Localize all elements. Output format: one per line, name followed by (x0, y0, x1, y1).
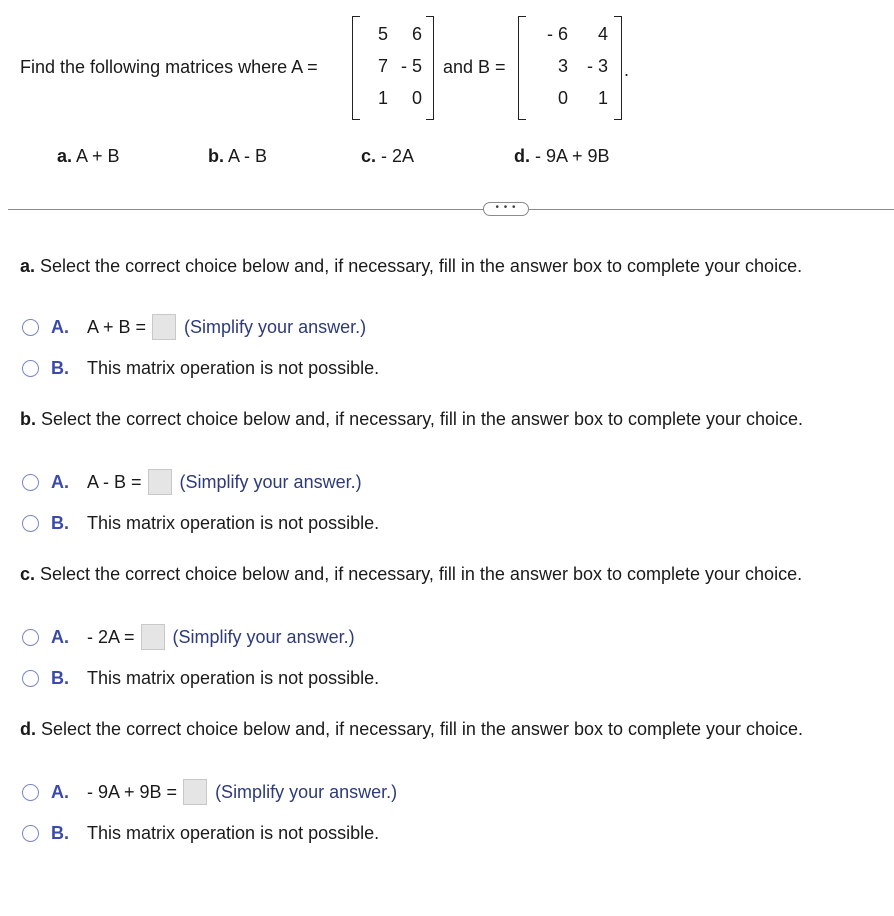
hint-text: (Simplify your answer.) (172, 626, 355, 647)
hint-text: (Simplify your answer.) (184, 316, 367, 337)
matrix-a: 5 6 7 - 5 1 0 (358, 18, 426, 114)
section-letter: a. (20, 256, 36, 276)
choice-letter: A. (51, 471, 69, 492)
matrix-b-cell: 4 (597, 24, 608, 44)
part-letter: c. (361, 146, 377, 166)
choice-expr: - 2A = (87, 626, 135, 647)
choice-expr: A - B = (87, 471, 142, 492)
section-b-choice-b[interactable]: B. This matrix operation is not possible… (22, 513, 379, 534)
section-d-prompt: d. Select the correct choice below and, … (20, 719, 803, 740)
answer-box[interactable] (152, 314, 177, 340)
section-letter: b. (20, 409, 36, 429)
matrix-b-cell: 0 (557, 88, 568, 108)
choice-letter: B. (51, 668, 69, 688)
section-b-choice-a[interactable]: A. A - B = (Simplify your answer.) (22, 469, 362, 495)
section-c-choice-a[interactable]: A. - 2A = (Simplify your answer.) (22, 624, 355, 650)
radio-button[interactable] (22, 473, 39, 491)
matrix-b: - 6 4 3 - 3 0 1 (538, 18, 612, 114)
choice-expr: A + B = (87, 316, 147, 337)
matrix-b-right-bracket (614, 16, 622, 120)
radio-button[interactable] (22, 628, 39, 646)
matrix-b-cell: 3 (557, 56, 568, 76)
choice-text: This matrix operation is not possible. (87, 513, 380, 533)
choice-expr: - 9A + 9B = (87, 781, 178, 802)
matrix-a-cell: - 5 (400, 56, 422, 76)
period: . (624, 60, 630, 80)
part-c: c. - 2A (361, 146, 414, 167)
radio-button[interactable] (22, 825, 39, 842)
part-letter: a. (57, 146, 73, 166)
section-c-choice-b[interactable]: B. This matrix operation is not possible… (22, 668, 379, 689)
choice-text: This matrix operation is not possible. (87, 668, 380, 688)
part-expr: - 2A (381, 146, 415, 166)
choice-letter: B. (51, 513, 69, 533)
answer-box[interactable] (140, 624, 165, 650)
radio-button[interactable] (22, 670, 39, 687)
radio-button[interactable] (22, 783, 39, 801)
prompt-text: Select the correct choice below and, if … (41, 719, 804, 739)
prompt-text: Select the correct choice below and, if … (41, 409, 804, 429)
matrix-a-cell: 1 (377, 88, 388, 108)
prompt-text: Select the correct choice below and, if … (40, 564, 803, 584)
hint-text: (Simplify your answer.) (215, 781, 398, 802)
matrix-b-cell: 1 (597, 88, 608, 108)
matrix-a-cell: 7 (377, 56, 388, 76)
choice-letter: A. (51, 316, 69, 337)
section-c-prompt: c. Select the correct choice below and, … (20, 564, 802, 585)
matrix-a-cell: 0 (411, 88, 422, 108)
part-letter: d. (514, 146, 530, 166)
section-d-choice-b[interactable]: B. This matrix operation is not possible… (22, 823, 379, 844)
answer-box[interactable] (147, 469, 172, 495)
part-expr: A + B (76, 146, 120, 166)
prompt-text: Select the correct choice below and, if … (40, 256, 803, 276)
choice-letter: A. (51, 626, 69, 647)
matrix-b-cell: - 3 (586, 56, 608, 76)
radio-button[interactable] (22, 360, 39, 377)
matrix-a-right-bracket (426, 16, 434, 120)
choice-letter: B. (51, 358, 69, 378)
answer-box[interactable] (183, 779, 208, 805)
choice-letter: B. (51, 823, 69, 843)
section-b-prompt: b. Select the correct choice below and, … (20, 409, 803, 430)
radio-button[interactable] (22, 318, 39, 336)
section-letter: c. (20, 564, 36, 584)
part-a: a. A + B (57, 146, 120, 167)
choice-text: This matrix operation is not possible. (87, 823, 380, 843)
more-options-button[interactable]: • • • (483, 202, 529, 216)
section-d-choice-a[interactable]: A. - 9A + 9B = (Simplify your answer.) (22, 779, 397, 805)
problem-intro: Find the following matrices where A = (20, 57, 318, 77)
part-d: d. - 9A + 9B (514, 146, 610, 167)
part-expr: - 9A + 9B (535, 146, 610, 166)
section-a-choice-a[interactable]: A. A + B = (Simplify your answer.) (22, 314, 366, 340)
part-letter: b. (208, 146, 224, 166)
choice-letter: A. (51, 781, 69, 802)
divider (8, 209, 894, 210)
hint-text: (Simplify your answer.) (179, 471, 362, 492)
section-letter: d. (20, 719, 36, 739)
part-b: b. A - B (208, 146, 267, 167)
choice-text: This matrix operation is not possible. (87, 358, 380, 378)
section-a-choice-b[interactable]: B. This matrix operation is not possible… (22, 358, 379, 379)
section-a-prompt: a. Select the correct choice below and, … (20, 256, 802, 277)
part-expr: A - B (228, 146, 268, 166)
matrix-b-cell: - 6 (546, 24, 568, 44)
matrix-b-left-bracket (518, 16, 526, 120)
matrix-a-cell: 5 (377, 24, 388, 44)
matrix-a-cell: 6 (411, 24, 422, 44)
and-b-label: and B = (443, 57, 506, 77)
radio-button[interactable] (22, 515, 39, 532)
